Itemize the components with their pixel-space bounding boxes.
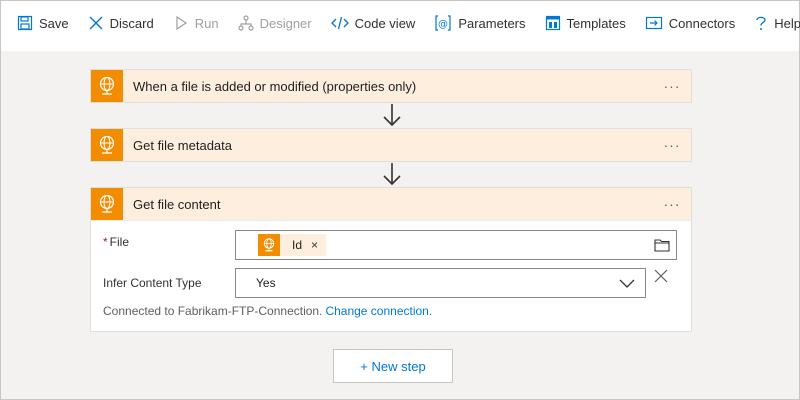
get-file-metadata-title: Get file metadata <box>133 137 232 153</box>
get-file-content-body: * File Id × Infer Content Type Yes Connec… <box>91 220 691 331</box>
parameters-icon: @ <box>435 15 451 31</box>
file-dynamic-token[interactable]: Id × <box>258 234 327 256</box>
flow-arrow-icon <box>383 104 401 127</box>
more-options-icon[interactable]: ··· <box>657 78 687 94</box>
close-icon <box>89 16 103 30</box>
designer-toolbar: Save Discard Run Designer Code view @ Pa… <box>1 1 800 45</box>
connectors-label: Connectors <box>668 15 736 31</box>
connectors-button[interactable]: Connectors <box>645 1 735 45</box>
trigger-card-header[interactable]: When a file is added or modified (proper… <box>91 70 691 102</box>
ftp-globe-icon <box>91 129 123 161</box>
parameters-label: Parameters <box>458 15 526 31</box>
trigger-card-title: When a file is added or modified (proper… <box>133 78 417 94</box>
chevron-down-icon <box>619 279 635 288</box>
designer-canvas: When a file is added or modified (proper… <box>1 51 799 399</box>
more-options-icon[interactable]: ··· <box>657 137 687 153</box>
new-step-button[interactable]: + New step <box>333 349 453 383</box>
get-file-content-header[interactable]: Get file content ··· <box>91 188 691 220</box>
required-marker: * <box>103 235 108 249</box>
templates-icon <box>545 15 560 31</box>
save-button[interactable]: Save <box>17 1 69 45</box>
change-connection-link[interactable]: Change connection. <box>325 304 432 318</box>
ftp-globe-icon <box>258 234 280 256</box>
designer-button[interactable]: Designer <box>237 1 312 45</box>
discard-label: Discard <box>109 15 154 31</box>
token-label: Id <box>292 238 303 252</box>
get-file-metadata-header[interactable]: Get file metadata ··· <box>91 129 691 161</box>
file-field-label: * File <box>103 235 129 249</box>
connection-info: Connected to Fabrikam-FTP-Connection. Cha… <box>103 304 432 318</box>
designer-icon <box>237 15 254 31</box>
more-options-icon[interactable]: ··· <box>657 196 687 212</box>
ftp-globe-icon <box>91 188 123 220</box>
infer-content-type-select[interactable]: Yes <box>235 268 646 298</box>
help-label: Help <box>774 15 800 31</box>
run-label: Run <box>194 15 219 31</box>
code-view-label: Code view <box>354 15 416 31</box>
connectors-icon <box>645 16 662 30</box>
get-file-content-title: Get file content <box>133 196 221 212</box>
templates-button[interactable]: Templates <box>545 1 626 45</box>
folder-icon[interactable] <box>654 238 670 252</box>
infer-content-type-value: Yes <box>256 276 276 290</box>
trigger-card[interactable]: When a file is added or modified (proper… <box>90 69 692 103</box>
svg-text:@: @ <box>438 19 448 30</box>
save-icon <box>17 15 33 31</box>
code-view-button[interactable]: Code view <box>330 1 416 45</box>
connection-text: Connected to Fabrikam-FTP-Connection. <box>103 304 323 318</box>
clear-value-icon[interactable] <box>654 269 668 283</box>
ftp-globe-icon <box>91 70 123 102</box>
save-label: Save <box>39 15 69 31</box>
file-label-text: File <box>109 235 130 249</box>
help-icon <box>756 16 766 30</box>
play-icon <box>176 15 187 31</box>
code-icon <box>330 16 349 30</box>
token-remove-icon[interactable]: × <box>311 238 318 252</box>
get-file-content-card[interactable]: Get file content ··· * File Id × Infer Co… <box>90 187 692 332</box>
designer-label: Designer <box>259 15 312 31</box>
run-button[interactable]: Run <box>173 1 219 45</box>
parameters-button[interactable]: @ Parameters <box>434 1 526 45</box>
get-file-metadata-card[interactable]: Get file metadata ··· <box>90 128 692 162</box>
help-button[interactable]: Help <box>754 1 800 45</box>
discard-button[interactable]: Discard <box>88 1 154 45</box>
flow-arrow-icon <box>383 163 401 186</box>
file-input[interactable]: Id × <box>235 230 677 260</box>
templates-label: Templates <box>566 15 626 31</box>
infer-content-type-label: Infer Content Type <box>103 276 202 290</box>
